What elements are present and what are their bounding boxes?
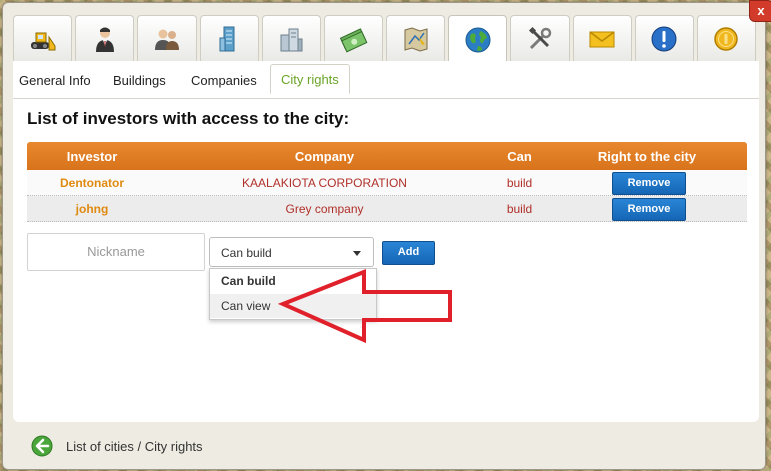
investor-name[interactable]: johng [27,202,157,216]
tool-alerts[interactable] [634,15,694,61]
option-can-build[interactable]: Can build [210,269,376,293]
map-icon [404,26,428,52]
tool-users[interactable] [137,15,197,61]
tool-settings[interactable] [510,15,570,61]
remove-button[interactable]: Remove [612,198,686,221]
breadcrumb[interactable]: List of cities / City rights [66,439,203,454]
bulldozer-icon [30,32,56,50]
investors-table: Investor Company Can Right to the city D… [27,142,747,222]
city-window: General Info Buildings Companies City ri… [2,2,766,470]
toolbar [13,15,759,64]
footer-bar: List of cities / City rights [13,426,759,466]
company-name[interactable]: KAALAKIOTA CORPORATION [157,176,492,190]
users-icon [154,29,179,50]
table-header: Investor Company Can Right to the city [27,142,747,170]
coin-icon [714,26,739,51]
investor-name[interactable]: Dentonator [27,176,157,190]
column-header-company: Company [294,149,355,164]
tools-icon [528,26,552,49]
tab-companies[interactable]: Companies [191,69,257,95]
tool-coins[interactable] [696,15,757,61]
tab-buildings[interactable]: Buildings [113,69,166,95]
add-button[interactable]: Add [382,241,435,265]
nickname-input[interactable]: Nickname [27,233,205,271]
table-row: johng Grey company build Remove [27,196,747,222]
globe-icon [465,27,491,53]
column-header-investor: Investor [66,149,118,164]
permission-value: build [506,176,533,190]
chevron-down-icon [353,251,361,256]
close-button[interactable]: x [749,0,771,22]
tool-map[interactable] [386,15,446,61]
remove-button[interactable]: Remove [612,172,686,195]
investor-icon [95,27,114,52]
permission-select-value: Can build [221,246,272,260]
alert-icon [651,26,677,51]
money-icon [340,27,368,52]
column-header-can: Can [507,149,532,164]
company-name[interactable]: Grey company [157,202,492,216]
tool-skyscraper[interactable] [199,15,259,61]
permission-dropdown: Can build Can view [209,268,377,320]
tool-globe[interactable] [448,15,508,64]
tool-money[interactable] [323,15,384,61]
skyscraper-icon [219,26,235,51]
mail-icon [589,30,615,47]
permission-select[interactable]: Can build [209,237,374,267]
subtab-bar: General Info Buildings Companies City ri… [13,61,759,99]
tool-mail[interactable] [572,15,632,61]
tab-general-info[interactable]: General Info [19,69,91,95]
back-arrow-icon[interactable] [31,435,53,457]
tab-city-rights[interactable]: City rights [270,64,350,94]
table-row: Dentonator KAALAKIOTA CORPORATION build … [27,170,747,196]
option-can-view[interactable]: Can view [210,294,376,318]
tool-investor[interactable] [75,15,135,61]
city-rights-panel: List of investors with access to the cit… [13,99,759,422]
column-header-right: Right to the city [597,149,697,164]
tool-bulldozer[interactable] [13,15,73,61]
page-title: List of investors with access to the cit… [27,109,350,128]
buildings-icon [280,28,303,51]
permission-value: build [506,202,533,216]
tool-buildings[interactable] [261,15,321,61]
